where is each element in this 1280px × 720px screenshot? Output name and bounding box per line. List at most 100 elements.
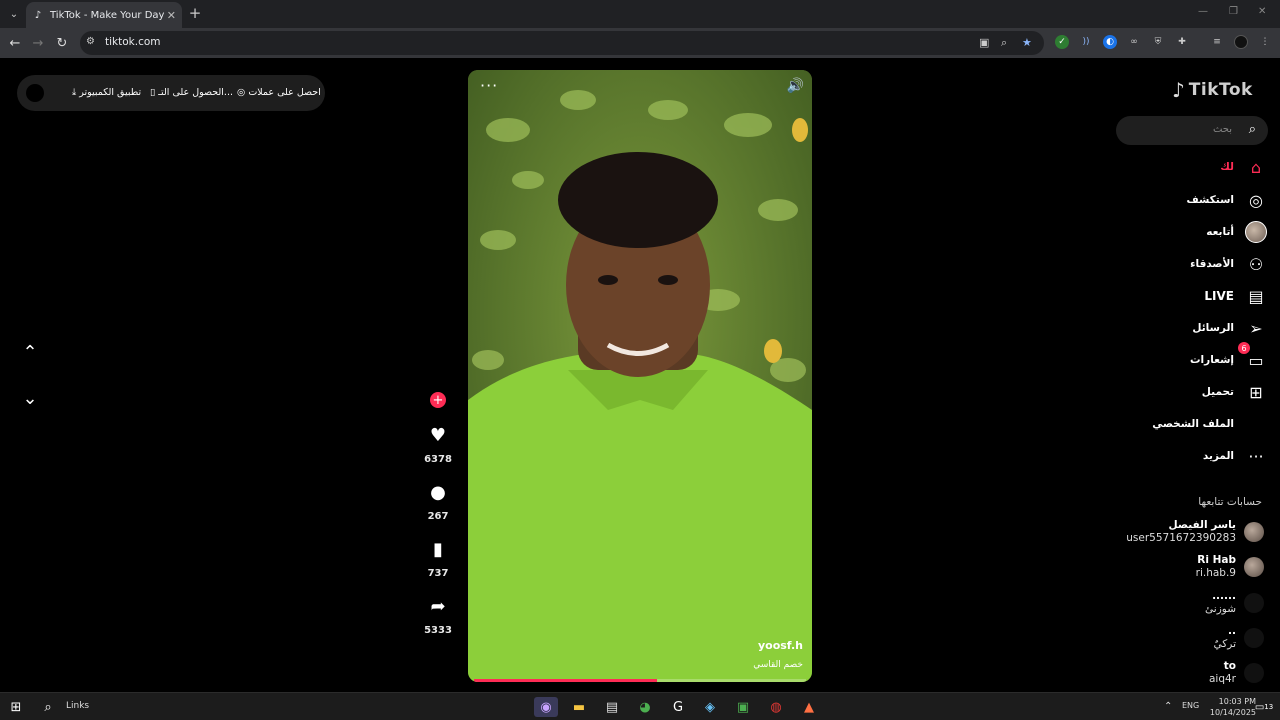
discord-app-icon[interactable]: ◉ — [534, 697, 558, 717]
nav-for-you[interactable]: لك ⌂ — [1220, 155, 1268, 179]
tiktok-wordmark: TikTok — [1188, 80, 1253, 100]
get-coins-link[interactable]: ◎ احصل على عملات — [237, 87, 321, 98]
links-toolbar[interactable]: Links — [66, 701, 89, 711]
upload-icon: ⊞ — [1249, 382, 1263, 402]
followed-account[interactable]: to aiq4r — [1209, 658, 1264, 688]
tray-chevron-icon[interactable]: ⌃ — [1164, 701, 1172, 712]
bookmark-star-icon[interactable]: ★ — [1022, 36, 1032, 49]
nav-profile[interactable]: الملف الشخصي — [1152, 412, 1268, 436]
shield-extension-icon[interactable]: ⛨ — [1151, 35, 1165, 49]
get-app-link[interactable]: ▯ الحصول على التـ... — [150, 87, 233, 98]
chrome-icon[interactable]: ◕ — [633, 697, 657, 717]
tiktok-page: ⤓ تطبيق الكمبيوتر ▯ الحصول على التـ... ◎… — [0, 58, 1280, 692]
browser-tab-bar: ⌄ ♪ TikTok - Make Your Day ✕ + — ❐ ✕ — [0, 0, 1280, 28]
search-icon[interactable]: ⌕ — [1249, 122, 1256, 137]
nav-upload[interactable]: تحميل ⊞ — [1202, 380, 1268, 404]
forward-button[interactable]: → — [29, 34, 47, 52]
more-icon: ··· — [1248, 446, 1264, 466]
tiktok-logo[interactable]: ♪ TikTok — [1172, 78, 1253, 102]
share-count: 5333 — [424, 625, 452, 636]
comment-action[interactable]: ● 267 — [420, 481, 456, 522]
followed-account[interactable]: .. تركيٌ — [1214, 623, 1264, 653]
recorder-icon[interactable]: ◍ — [764, 697, 788, 717]
heart-icon: ♥ — [429, 425, 447, 446]
account-handle: تركيٌ — [1213, 638, 1236, 650]
back-button[interactable]: ← — [6, 34, 24, 52]
nav-label: المزيد — [1202, 450, 1234, 462]
followed-account[interactable]: Ri Hab ri.hab.9 — [1196, 552, 1264, 582]
media-app-icon[interactable]: ▲ — [797, 697, 821, 717]
nav-following[interactable]: أتابعه — [1206, 220, 1268, 244]
browser-tab[interactable]: ♪ TikTok - Make Your Day ✕ — [26, 2, 182, 28]
address-toolbar: ← → ↻ ⚙ tiktok.com ▣ ⌕ ★ ✓ )) ◐ ∞ ⛨ ✚ ≡ … — [0, 28, 1280, 58]
notepad-icon[interactable]: ▤ — [600, 697, 624, 717]
video-frame — [468, 70, 812, 682]
save-action[interactable]: ▮ 737 — [420, 538, 456, 579]
search-bar[interactable]: بحث ⌕ — [1116, 116, 1268, 145]
phone-icon: ▯ — [150, 87, 159, 98]
restore-icon[interactable]: ❐ — [1229, 6, 1238, 17]
install-app-icon[interactable]: ▣ — [979, 36, 989, 49]
nav-live[interactable]: LIVE ▤ — [1204, 284, 1268, 308]
zoom-icon[interactable]: ⌕ — [1001, 36, 1007, 50]
desktop-app-link[interactable]: ⤓ تطبيق الكمبيوتر — [72, 87, 141, 98]
video-more-options-icon[interactable]: ··· — [480, 76, 498, 95]
follow-plus-button[interactable]: + — [430, 392, 446, 408]
avatar — [1244, 557, 1264, 577]
search-placeholder: بحث — [1212, 124, 1232, 135]
adblock-extension-icon[interactable]: ✓ — [1055, 35, 1069, 49]
extensions-puzzle-icon[interactable]: ✚ — [1175, 35, 1189, 49]
volume-icon[interactable]: 🔊 — [787, 78, 804, 94]
account-handle: user5571672390283 — [1126, 532, 1236, 544]
notification-center-icon[interactable]: ▭ 13 — [1252, 697, 1276, 717]
nav-notifications[interactable]: إشعارات ▭ 6 — [1190, 342, 1268, 372]
minimize-icon[interactable]: — — [1198, 6, 1208, 17]
next-video-button[interactable]: ⌄ — [18, 386, 42, 410]
previous-video-button[interactable]: ⌃ — [18, 340, 42, 364]
profile-avatar[interactable] — [1234, 35, 1248, 49]
followed-account[interactable]: ...... شوزنئ — [1205, 588, 1264, 618]
live-icon: ▤ — [1248, 286, 1264, 306]
theme-toggle[interactable] — [26, 84, 44, 102]
nav-more[interactable]: المزيد ··· — [1203, 444, 1268, 468]
search-icon[interactable]: ⌕ — [36, 697, 60, 717]
nav-friends[interactable]: الأصدقاء ⚇ — [1190, 252, 1268, 276]
account-name: .. — [1228, 625, 1236, 637]
like-action[interactable]: ♥ 6378 — [420, 424, 456, 465]
translate-extension-icon[interactable]: ◐ — [1103, 35, 1117, 49]
tab-close-icon[interactable]: ✕ — [167, 9, 176, 22]
omnibox[interactable]: ⚙ tiktok.com ▣ ⌕ ★ — [80, 31, 1044, 55]
nav-label: تحميل — [1201, 386, 1234, 398]
comment-count: 267 — [427, 511, 449, 522]
nav-explore[interactable]: استكشف ◎ — [1186, 188, 1268, 212]
messages-icon: ➢ — [1249, 318, 1263, 338]
video-progress-bar[interactable] — [474, 679, 806, 682]
nav-label: الملف الشخصي — [1152, 418, 1234, 430]
file-explorer-icon[interactable]: ▬ — [567, 697, 591, 717]
close-window-icon[interactable]: ✕ — [1258, 6, 1266, 17]
followed-account[interactable]: ياسر الفيصل user5571672390283 — [1126, 517, 1264, 547]
share-icon: ➦ — [430, 596, 446, 617]
site-info-icon[interactable]: ⚙ — [86, 36, 95, 47]
tab-search-icon[interactable]: ⌄ — [4, 4, 24, 24]
nav-label: استكشف — [1186, 194, 1234, 206]
browser-menu-icon[interactable]: ⋮ — [1258, 35, 1272, 49]
nav-label: الأصدقاء — [1190, 258, 1234, 270]
account-handle: ri.hab.9 — [1195, 567, 1236, 579]
language-indicator[interactable]: ENG — [1182, 701, 1199, 710]
media-control-icon[interactable]: ≡ — [1210, 35, 1224, 49]
new-tab-button[interactable]: + — [186, 4, 204, 22]
account-name: ياسر الفيصل — [1168, 519, 1236, 531]
video-author[interactable]: yoosf.h — [758, 639, 803, 652]
terminal-icon[interactable]: ▣ — [731, 697, 755, 717]
audio-extension-icon[interactable]: )) — [1079, 35, 1093, 49]
share-action[interactable]: ➦ 5333 — [420, 595, 456, 636]
incognito-extension-icon[interactable]: ∞ — [1127, 35, 1141, 49]
nav-messages[interactable]: الرسائل ➢ — [1192, 316, 1268, 340]
clock[interactable]: 10:03 PM 10/14/2025 — [1210, 696, 1256, 718]
g-app-icon[interactable]: G — [666, 697, 690, 717]
video-player[interactable]: ··· 🔊 yoosf.h خصم القاسي — [468, 70, 812, 682]
windows-start-icon[interactable]: ⊞ — [4, 697, 28, 717]
reload-button[interactable]: ↻ — [53, 34, 71, 52]
steam-icon[interactable]: ◈ — [698, 697, 722, 717]
